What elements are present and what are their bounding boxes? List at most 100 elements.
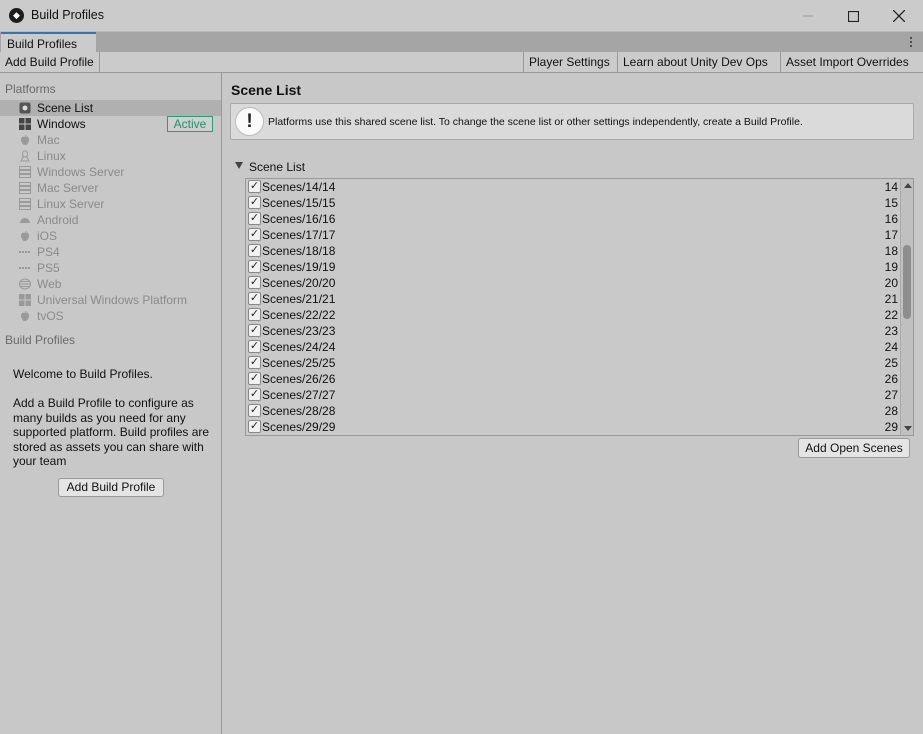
platform-item-windows-server[interactable]: Windows Server — [0, 164, 221, 180]
platform-label: Web — [37, 277, 62, 291]
build-profiles-section-label: Build Profiles — [5, 333, 76, 347]
scroll-thumb[interactable] — [903, 245, 911, 319]
scene-index: 27 — [884, 388, 898, 402]
scene-row[interactable]: ✓ Scenes/19/19 19 — [246, 259, 901, 275]
platform-item-linux-server[interactable]: Linux Server — [0, 196, 221, 212]
scene-checkbox[interactable]: ✓ — [248, 340, 261, 353]
platform-item-web[interactable]: Web — [0, 276, 221, 292]
scene-name: Scenes/19/19 — [262, 260, 336, 274]
platform-item-linux[interactable]: Linux — [0, 148, 221, 164]
scene-name: Scenes/27/27 — [262, 388, 336, 402]
platform-item-scene-list[interactable]: Scene List — [0, 100, 221, 116]
ps4-icon — [19, 251, 31, 253]
learn-dev-ops-button[interactable]: Learn about Unity Dev Ops — [617, 52, 773, 73]
platform-label: Windows — [37, 117, 86, 131]
foldout-arrow-icon — [235, 162, 243, 169]
platform-label: Android — [37, 213, 79, 227]
scene-row[interactable]: ✓ Scenes/16/16 16 — [246, 211, 901, 227]
scene-row[interactable]: ✓ Scenes/27/27 27 — [246, 387, 901, 403]
asset-import-overrides-button[interactable]: Asset Import Overrides — [780, 52, 914, 73]
add-open-scenes-button[interactable]: Add Open Scenes — [798, 438, 910, 458]
scene-checkbox[interactable]: ✓ — [248, 212, 261, 225]
server-icon — [19, 182, 31, 194]
scene-name: Scenes/25/25 — [262, 356, 336, 370]
maximize-icon — [847, 10, 859, 22]
scene-name: Scenes/24/24 — [262, 340, 336, 354]
scene-checkbox[interactable]: ✓ — [248, 228, 261, 241]
scene-row[interactable]: ✓ Scenes/20/20 20 — [246, 275, 901, 291]
platform-item-ps5[interactable]: PS5 — [0, 260, 221, 276]
platform-item-ios[interactable]: iOS — [0, 228, 221, 244]
platform-label: Mac — [37, 133, 60, 147]
platform-label: Scene List — [37, 101, 94, 115]
scene-row[interactable]: ✓ Scenes/23/23 23 — [246, 323, 901, 339]
unity-logo-icon: ◆ — [9, 8, 24, 23]
maximize-button[interactable] — [830, 0, 876, 32]
scene-name: Scenes/26/26 — [262, 372, 336, 386]
scene-checkbox[interactable]: ✓ — [248, 276, 261, 289]
scene-row[interactable]: ✓ Scenes/18/18 18 — [246, 243, 901, 259]
scene-checkbox[interactable]: ✓ — [248, 356, 261, 369]
tab-build-profiles[interactable]: Build Profiles — [1, 32, 96, 52]
platform-label: Linux Server — [37, 197, 105, 211]
platform-item-android[interactable]: Android — [0, 212, 221, 228]
scene-checkbox[interactable]: ✓ — [248, 404, 261, 417]
platform-item-tvos[interactable]: tvOS — [0, 308, 221, 324]
scene-checkbox[interactable]: ✓ — [248, 196, 261, 209]
scene-row[interactable]: ✓ Scenes/21/21 21 — [246, 291, 901, 307]
scene-row[interactable]: ✓ Scenes/25/25 25 — [246, 355, 901, 371]
player-settings-button[interactable]: Player Settings — [523, 52, 615, 73]
more-options-icon[interactable] — [905, 35, 917, 49]
scene-checkbox[interactable]: ✓ — [248, 292, 261, 305]
platform-item-mac[interactable]: Mac — [0, 132, 221, 148]
windows-icon — [19, 118, 31, 130]
scene-name: Scenes/14/14 — [262, 180, 336, 194]
scene-index: 26 — [884, 372, 898, 386]
scroll-up-icon[interactable] — [904, 183, 912, 188]
platform-label: PS5 — [37, 261, 60, 275]
scene-checkbox[interactable]: ✓ — [248, 372, 261, 385]
scroll-down-icon[interactable] — [904, 426, 912, 431]
foldout-label: Scene List — [249, 160, 306, 174]
scene-checkbox[interactable]: ✓ — [248, 324, 261, 337]
add-build-profile-button[interactable]: Add Build Profile — [58, 478, 164, 497]
platform-item-windows[interactable]: Windows Active — [0, 116, 221, 132]
platform-label: tvOS — [37, 309, 64, 323]
scene-row[interactable]: ✓ Scenes/22/22 22 — [246, 307, 901, 323]
platform-item-universal-windows-platform[interactable]: Universal Windows Platform — [0, 292, 221, 308]
minimize-button[interactable] — [785, 0, 831, 32]
welcome-body: Add a Build Profile to configure as many… — [13, 396, 210, 468]
sidebar: Platforms Scene List Windows Active Mac … — [0, 73, 222, 734]
platform-label: iOS — [37, 229, 58, 243]
scene-name: Scenes/18/18 — [262, 244, 336, 258]
scene-list-scrollbar[interactable] — [900, 179, 913, 435]
scene-index: 19 — [884, 260, 898, 274]
scene-checkbox[interactable]: ✓ — [248, 420, 261, 433]
tab-bar: Build Profiles — [0, 32, 923, 52]
scene-row[interactable]: ✓ Scenes/15/15 15 — [246, 195, 901, 211]
add-build-profile-toolbar-button[interactable]: Add Build Profile — [0, 52, 100, 73]
scene-checkbox[interactable]: ✓ — [248, 180, 261, 193]
scene-list-icon — [19, 102, 31, 114]
scene-row[interactable]: ✓ Scenes/14/14 14 — [246, 179, 901, 195]
platform-label: Universal Windows Platform — [37, 293, 188, 307]
scene-name: Scenes/17/17 — [262, 228, 336, 242]
platform-item-ps4[interactable]: PS4 — [0, 244, 221, 260]
scene-name: Scenes/20/20 — [262, 276, 336, 290]
scene-checkbox[interactable]: ✓ — [248, 260, 261, 273]
scene-index: 29 — [884, 420, 898, 434]
scene-row[interactable]: ✓ Scenes/29/29 29 — [246, 419, 901, 435]
scene-row[interactable]: ✓ Scenes/26/26 26 — [246, 371, 901, 387]
scene-name: Scenes/15/15 — [262, 196, 336, 210]
close-button[interactable] — [876, 0, 922, 32]
scene-checkbox[interactable]: ✓ — [248, 308, 261, 321]
scene-row[interactable]: ✓ Scenes/17/17 17 — [246, 227, 901, 243]
scene-name: Scenes/22/22 — [262, 308, 336, 322]
scene-row[interactable]: ✓ Scenes/28/28 28 — [246, 403, 901, 419]
scene-list: ✓ Scenes/14/14 14 ✓ Scenes/15/15 15 ✓ Sc… — [245, 178, 914, 436]
scene-checkbox[interactable]: ✓ — [248, 388, 261, 401]
welcome-title: Welcome to Build Profiles. — [13, 367, 153, 381]
scene-row[interactable]: ✓ Scenes/24/24 24 — [246, 339, 901, 355]
scene-checkbox[interactable]: ✓ — [248, 244, 261, 257]
platform-item-mac-server[interactable]: Mac Server — [0, 180, 221, 196]
